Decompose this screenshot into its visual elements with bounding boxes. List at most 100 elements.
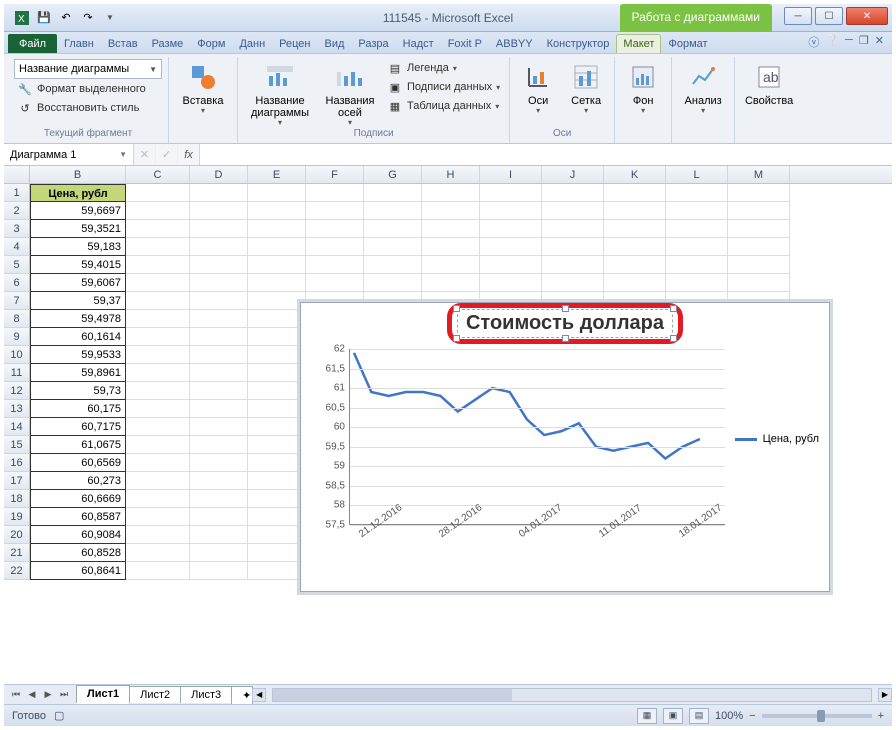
tab-view[interactable]: Вид [318,34,352,53]
cell[interactable] [190,220,248,238]
cell[interactable] [248,274,306,292]
cell[interactable] [364,202,422,220]
cell[interactable] [422,220,480,238]
page-layout-view-button[interactable]: ▣ [663,708,683,724]
resize-handle[interactable] [562,305,569,312]
formula-input[interactable] [200,144,892,165]
row-header[interactable]: 14 [4,418,30,436]
cell[interactable] [306,202,364,220]
cell[interactable] [422,202,480,220]
cell[interactable]: 59,4978 [30,310,126,328]
cell[interactable] [666,256,728,274]
row-header[interactable]: 20 [4,526,30,544]
cell[interactable] [190,454,248,472]
cell[interactable] [126,472,190,490]
cell[interactable] [542,202,604,220]
row-header[interactable]: 16 [4,454,30,472]
cell[interactable]: 60,6569 [30,454,126,472]
tab-home[interactable]: Главн [57,34,101,53]
tab-foxit[interactable]: Foxit P [441,34,489,53]
page-break-view-button[interactable]: ▤ [689,708,709,724]
tab-review[interactable]: Рецен [272,34,317,53]
cell[interactable] [190,508,248,526]
tab-data[interactable]: Данн [232,34,272,53]
cell[interactable] [126,562,190,580]
cell[interactable] [126,346,190,364]
cell[interactable]: 59,8961 [30,364,126,382]
cell[interactable] [190,292,248,310]
column-header[interactable]: G [364,166,422,183]
column-header[interactable]: M [728,166,790,183]
cell[interactable] [480,274,542,292]
cell[interactable] [604,220,666,238]
cell[interactable] [248,418,306,436]
close-button[interactable]: ✕ [846,7,888,25]
cell[interactable]: Цена, рубл [30,184,126,202]
cell[interactable] [126,526,190,544]
cell[interactable] [190,382,248,400]
cell[interactable] [542,238,604,256]
cell[interactable] [248,436,306,454]
cell[interactable]: 59,183 [30,238,126,256]
sheet-tab[interactable]: Лист2 [129,686,181,703]
zoom-in-button[interactable]: + [878,710,884,722]
column-header[interactable]: J [542,166,604,183]
cell[interactable] [306,184,364,202]
save-icon[interactable]: 💾 [34,8,54,28]
cell[interactable] [126,490,190,508]
row-header[interactable]: 11 [4,364,30,382]
tab-chart-format[interactable]: Формат [661,34,714,53]
name-box[interactable]: Диаграмма 1▼ [4,144,134,165]
zoom-slider[interactable] [762,714,872,718]
cell[interactable] [248,382,306,400]
cell[interactable] [666,238,728,256]
cell[interactable] [126,238,190,256]
cell[interactable] [190,328,248,346]
cell[interactable] [190,310,248,328]
cell[interactable] [480,202,542,220]
cell[interactable] [248,562,306,580]
reset-style-button[interactable]: ↺Восстановить стиль [14,99,162,117]
chart-title-text[interactable]: Стоимость доллара [457,309,673,338]
window-restore-icon[interactable]: ❐ [859,34,869,50]
column-header[interactable]: I [480,166,542,183]
cell[interactable] [364,220,422,238]
legend-button[interactable]: ▤Легенда▾ [384,59,503,77]
cell[interactable] [248,544,306,562]
cell[interactable] [190,562,248,580]
cell[interactable] [422,274,480,292]
background-button[interactable]: Фон▾ [621,59,665,128]
cell[interactable] [728,256,790,274]
row-header[interactable]: 2 [4,202,30,220]
cell[interactable] [604,274,666,292]
cell[interactable]: 59,4015 [30,256,126,274]
data-table-button[interactable]: ▦Таблица данных▾ [384,97,503,115]
cell[interactable] [126,292,190,310]
tab-developer[interactable]: Разра [351,34,395,53]
cell[interactable] [542,184,604,202]
cell[interactable] [604,238,666,256]
tab-insert[interactable]: Встав [101,34,145,53]
maximize-button[interactable]: ☐ [815,7,843,25]
cell[interactable] [190,490,248,508]
row-header[interactable]: 18 [4,490,30,508]
cell[interactable]: 60,8528 [30,544,126,562]
cell[interactable]: 59,3521 [30,220,126,238]
cell[interactable] [604,184,666,202]
row-header[interactable]: 1 [4,184,30,202]
axis-titles-button[interactable]: Названия осей▾ [320,59,380,128]
cell[interactable] [126,310,190,328]
tab-file[interactable]: Файл [8,34,57,53]
cell[interactable]: 60,8641 [30,562,126,580]
tab-chart-design[interactable]: Конструктор [540,34,617,53]
zoom-level[interactable]: 100% [715,710,743,722]
cell[interactable] [666,274,728,292]
cell[interactable] [248,328,306,346]
sheet-nav-last[interactable]: ⏭ [56,687,72,703]
zoom-out-button[interactable]: − [749,710,755,722]
cell[interactable] [126,202,190,220]
cell[interactable] [422,256,480,274]
column-header[interactable]: E [248,166,306,183]
cell[interactable] [126,256,190,274]
chart-title-button[interactable]: Название диаграммы▾ [244,59,316,128]
